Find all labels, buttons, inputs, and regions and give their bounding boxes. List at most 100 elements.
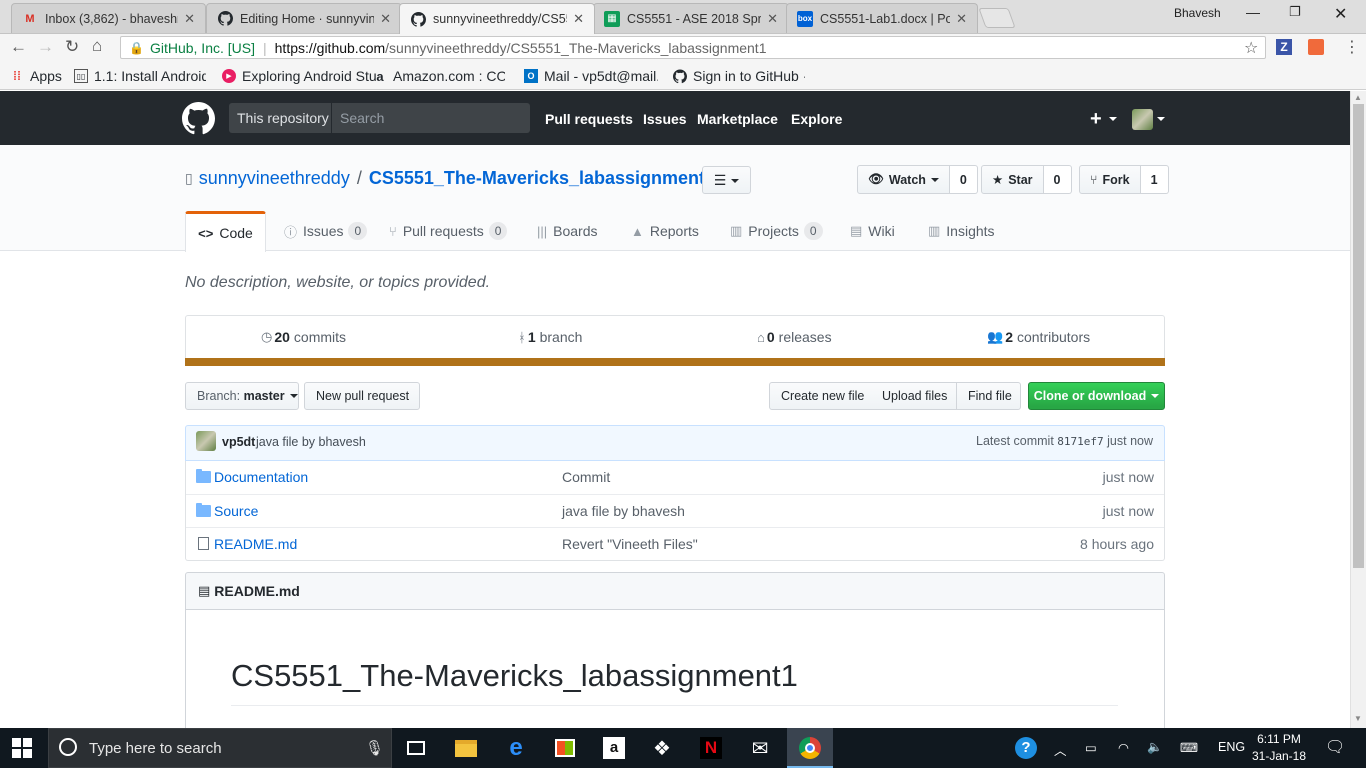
help-icon[interactable]: ? [1015,737,1037,759]
bookmark-item[interactable]: Sign in to GitHub · Gi [673,68,805,84]
extension-icon[interactable] [1308,39,1324,55]
close-tab-icon[interactable]: ✕ [184,11,195,27]
bookmark-item[interactable]: a Amazon.com : COMB [373,68,505,84]
commits-link[interactable]: ◷ 20 commits [261,329,346,345]
tab-title: CS5551 - ASE 2018 Sprin [627,11,762,26]
notifications-icon[interactable]: 🗨 [1325,737,1345,757]
keyboard-icon[interactable]: ⌨ [1180,740,1198,755]
tab-boards[interactable]: ||| Boards [537,211,598,251]
bookmark-item[interactable]: ▶ Exploring Android Stu [222,68,377,84]
browser-tab[interactable]: box CS5551-Lab1.docx | Pow ✕ [786,3,978,33]
new-pull-request-button[interactable]: New pull request [304,382,420,410]
file-commit-message[interactable]: Commit [562,469,610,485]
browser-tab[interactable]: ▦ CS5551 - ASE 2018 Sprin ✕ [593,3,789,33]
contributors-link[interactable]: 👥 2 contributors [987,329,1090,345]
microphone-icon[interactable]: 🎙 [365,739,384,757]
scrollbar-thumb[interactable] [1353,104,1364,568]
github-logo-icon[interactable] [182,102,215,135]
star-count[interactable]: 0 [1043,165,1072,194]
address-bar[interactable]: 🔒 GitHub, Inc. [US] | https://github.com… [120,36,1266,59]
chevron-up-icon[interactable]: ︿ [1054,740,1067,759]
system-clock[interactable]: 6:11 PM 31-Jan-18 [1250,731,1308,765]
bookmark-star-icon[interactable]: ☆ [1244,38,1258,58]
close-tab-icon[interactable]: ✕ [956,11,967,27]
browser-tab[interactable]: M Inbox (3,862) - bhaveshre ✕ [11,3,206,33]
task-view-icon[interactable] [402,734,430,762]
file-commit-message[interactable]: Revert "Vineeth Files" [562,536,698,552]
file-explorer-icon[interactable] [452,734,480,762]
netflix-icon[interactable]: N [697,734,725,762]
repo-owner-link[interactable]: sunnyvineethreddy [199,168,350,189]
branches-link[interactable]: ᚼ 1 branch [518,329,582,345]
scroll-down-icon[interactable]: ▼ [1354,714,1362,723]
commit-author[interactable]: vp5dt [222,435,255,449]
wifi-icon[interactable]: ◠ [1118,740,1129,755]
watch-button[interactable]: 👁 Watch [857,165,950,194]
commit-author-avatar[interactable] [196,431,216,451]
upload-files-button[interactable]: Upload files [871,382,957,410]
watch-count[interactable]: 0 [949,165,978,194]
close-window-icon[interactable]: ✕ [1334,4,1347,24]
dropbox-icon[interactable]: ❖ [648,734,676,762]
reload-icon[interactable]: ↻ [65,37,79,57]
releases-link[interactable]: ⌂ 0 releases [757,329,832,345]
clone-or-download-button[interactable]: Clone or download [1028,382,1165,410]
fork-count[interactable]: 1 [1140,165,1169,194]
tab-wiki[interactable]: ▤ Wiki [850,211,895,251]
volume-icon[interactable]: 🔈 [1147,740,1163,755]
nav-pull-requests[interactable]: Pull requests [545,111,633,127]
browser-tab[interactable]: Editing Home · sunnyvin ✕ [206,3,402,33]
file-name-link[interactable]: Documentation [214,469,308,485]
list-menu-button[interactable]: ☰ [702,166,751,194]
mail-icon[interactable]: ✉ [746,734,774,762]
tab-reports[interactable]: ▲ Reports [631,211,699,251]
user-avatar[interactable] [1132,109,1153,130]
nav-marketplace[interactable]: Marketplace [697,111,778,127]
commit-sha[interactable]: 8171ef7 [1057,435,1103,448]
nav-explore[interactable]: Explore [791,111,842,127]
language-bar[interactable] [185,358,1165,366]
browser-tab-active[interactable]: sunnyvineethreddy/CS55 ✕ [399,3,595,34]
nav-issues[interactable]: Issues [643,111,687,127]
file-name-link[interactable]: Source [214,503,258,519]
amazon-app-icon[interactable]: a [600,734,628,762]
file-age: just now [1102,503,1154,519]
repo-name-link[interactable]: CS5551_The-Mavericks_labassignment1 [369,168,715,189]
create-new-file-button[interactable]: Create new file [769,382,872,410]
close-tab-icon[interactable]: ✕ [380,11,391,27]
bookmark-apps[interactable]: ⁞⁞ Apps [10,68,62,84]
back-icon[interactable]: ← [10,37,27,57]
forward-icon[interactable]: → [37,37,54,57]
create-new-plus-icon[interactable]: + [1090,108,1102,131]
battery-icon[interactable]: ▭ [1085,740,1097,755]
minimize-icon[interactable]: — [1246,4,1260,20]
close-tab-icon[interactable]: ✕ [573,11,584,27]
extension-z-icon[interactable]: Z [1276,39,1292,55]
tab-projects[interactable]: ▥ Projects 0 [730,211,823,251]
bookmark-item[interactable]: ▯▯ 1.1: Install Android St [74,68,206,84]
star-button[interactable]: ★ Star [981,165,1044,194]
tab-issues[interactable]: ⓘ Issues 0 [284,211,368,251]
tab-insights[interactable]: ▥ Insights [928,211,995,251]
store-icon[interactable] [551,734,579,762]
menu-icon[interactable]: ⋮ [1344,37,1360,57]
maximize-icon[interactable]: ❐ [1289,4,1301,20]
profile-name[interactable]: Bhavesh [1174,6,1221,20]
close-tab-icon[interactable]: ✕ [767,11,778,27]
file-commit-message[interactable]: java file by bhavesh [562,503,685,519]
language-indicator[interactable]: ENG [1218,740,1245,754]
search-input[interactable]: Search [331,103,530,133]
home-icon[interactable]: ⌂ [92,36,102,56]
tab-pull-requests[interactable]: ⑂ Pull requests 0 [389,211,508,251]
edge-icon[interactable]: e [502,734,530,762]
tab-code[interactable]: <> Code [185,211,266,252]
fork-button[interactable]: ⑂ Fork [1079,165,1141,194]
scroll-up-icon[interactable]: ▲ [1354,93,1362,102]
branch-select-button[interactable]: Branch: master [185,382,299,410]
file-name-link[interactable]: README.md [214,536,297,552]
taskbar-search-input[interactable]: Type here to search 🎙 [48,728,392,768]
windows-start-icon[interactable] [12,738,32,758]
commit-message[interactable]: java file by bhavesh [256,435,366,449]
find-file-button[interactable]: Find file [956,382,1021,410]
bookmark-item[interactable]: O Mail - vp5dt@mail.ur [524,68,658,84]
